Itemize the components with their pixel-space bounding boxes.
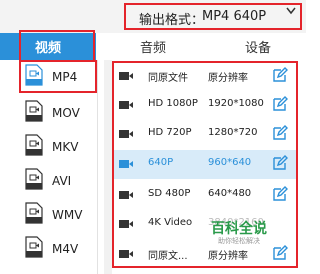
m4v-file-icon [25,236,43,258]
dropdown-arrow-icon[interactable] [286,7,296,15]
tab-audio-label: 音频 [139,41,166,56]
scrollbar-track[interactable] [104,60,112,274]
tab-device[interactable]: 设备 [210,33,306,60]
tab-audio[interactable]: 音频 [112,33,194,60]
sidebar-item-avi[interactable]: AVI [0,164,97,197]
watermark: 百科全说 助你轻松解决 [211,218,275,252]
sidebar-item-mkv[interactable]: MKV [0,130,97,163]
mov-file-icon [25,100,43,122]
avi-file-icon [25,168,43,190]
watermark-subtitle: 助你轻松解决 [218,237,260,245]
wmv-file-icon [25,202,43,224]
sidebar-item-label: M4V [52,242,79,256]
output-format-value[interactable]: MP4 640P [202,9,266,24]
watermark-title: 百科全说 [211,221,267,237]
tab-device-label: 设备 [244,41,271,56]
sidebar-item-label: MKV [52,140,79,154]
mkv-file-icon [25,134,43,156]
sidebar-item-label: AVI [52,174,72,188]
sidebar-item-mov[interactable]: MOV [0,96,97,129]
sidebar-item-label: MOV [52,106,80,120]
sidebar-item-wmv[interactable]: WMV [0,198,97,231]
output-format-label: 输出格式： [139,13,205,28]
sidebar-item-label: WMV [52,208,83,222]
sidebar-selection-highlight [19,60,97,93]
sidebar-item-m4v[interactable]: M4V [0,232,97,265]
output-format-dropdown[interactable]: 输出格式： MP4 640P [124,3,302,30]
